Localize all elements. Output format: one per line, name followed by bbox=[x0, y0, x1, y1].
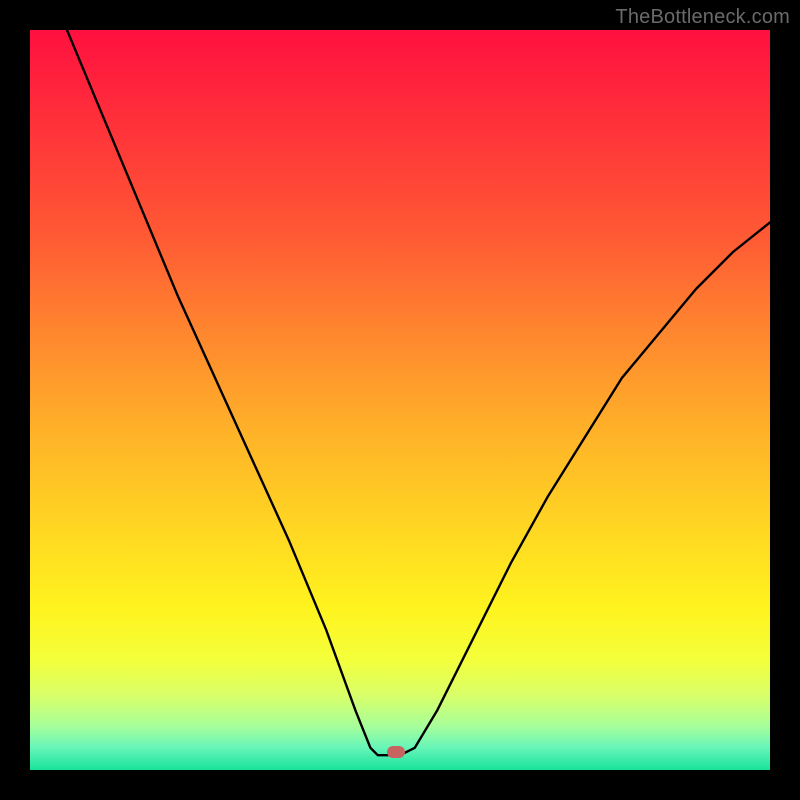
optimum-marker bbox=[387, 746, 405, 758]
bottleneck-curve bbox=[30, 30, 770, 770]
plot-area bbox=[30, 30, 770, 770]
chart-stage: TheBottleneck.com bbox=[0, 0, 800, 800]
attribution-text: TheBottleneck.com bbox=[615, 6, 790, 29]
